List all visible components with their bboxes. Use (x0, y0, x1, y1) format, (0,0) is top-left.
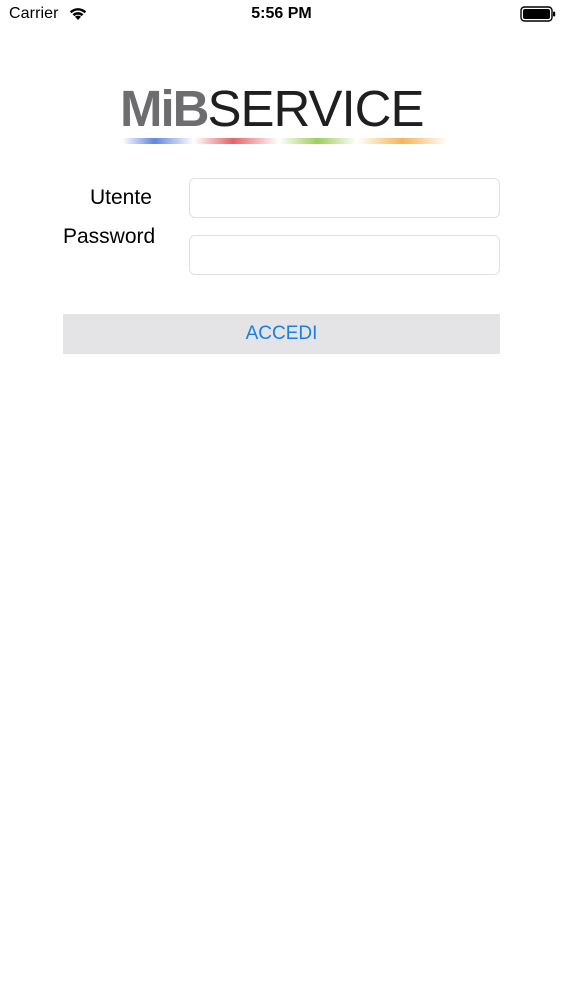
username-field[interactable] (189, 178, 500, 218)
password-label: Password (63, 225, 156, 248)
logo-service: SERVICE (207, 80, 424, 137)
status-bar: Carrier 5:56 PM (0, 0, 563, 30)
clock: 5:56 PM (251, 5, 312, 22)
app-logo: MiBSERVICE (120, 82, 450, 148)
logo-mib: MiB (120, 80, 209, 137)
password-field[interactable] (189, 235, 500, 275)
logo-color-stripe (122, 138, 448, 144)
logo-text: MiBSERVICE (120, 80, 424, 137)
username-label: Utente (90, 186, 152, 209)
battery-icon (520, 6, 556, 22)
login-button[interactable]: ACCEDI (63, 314, 500, 354)
